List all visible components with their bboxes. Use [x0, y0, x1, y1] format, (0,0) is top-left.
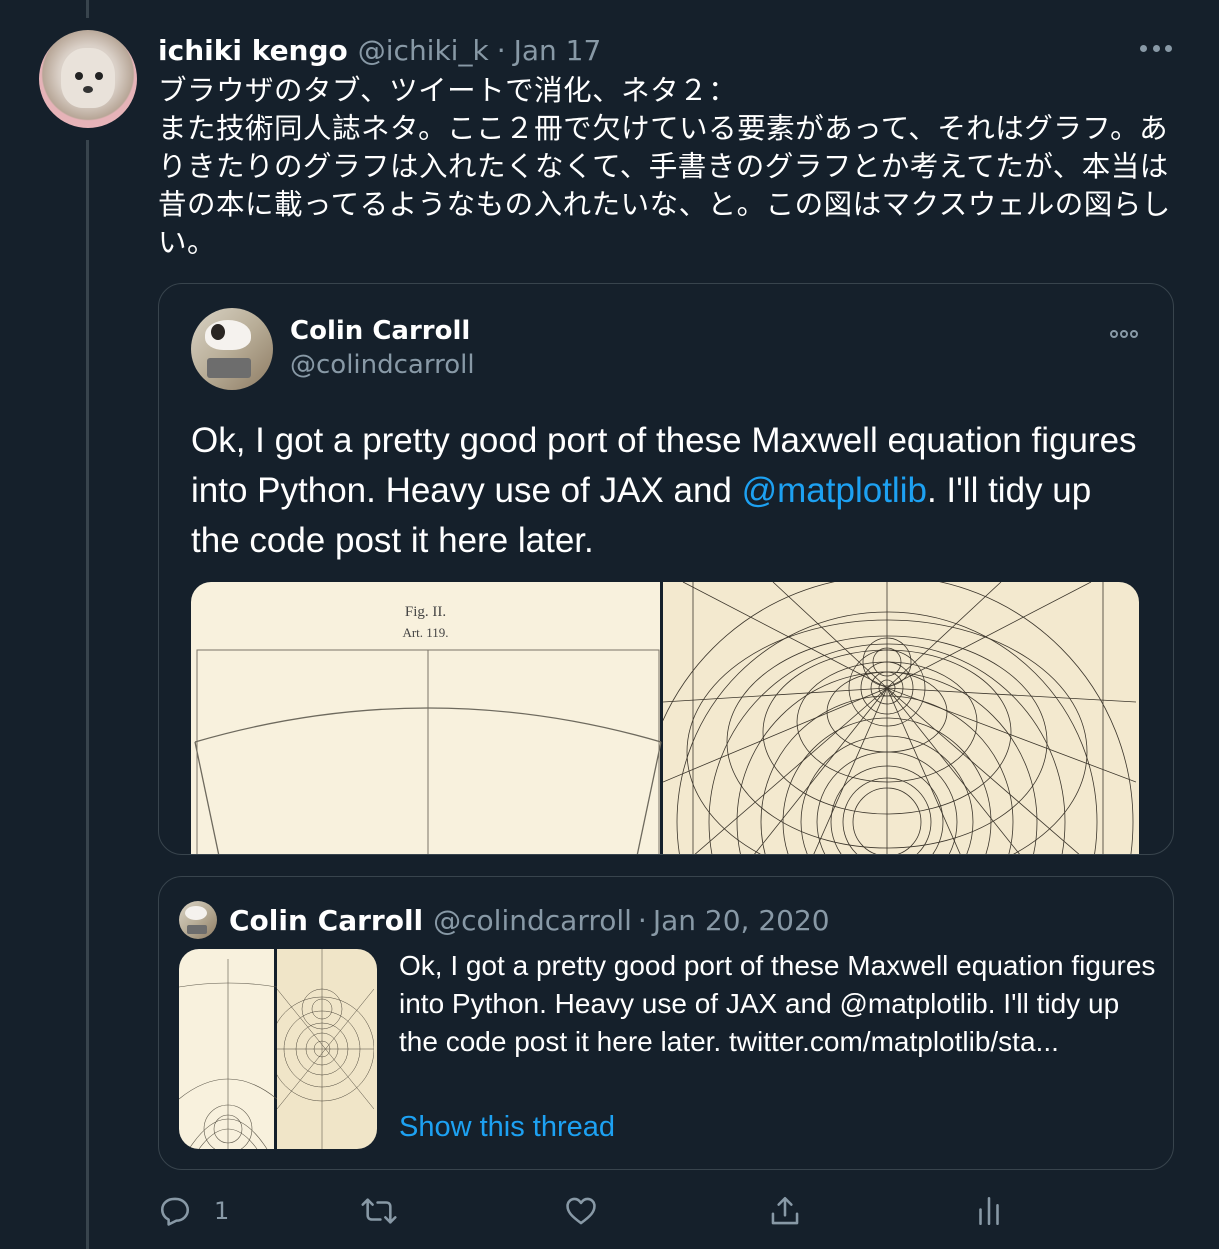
field-lines-drawing — [663, 582, 1136, 854]
figure-caption-article: Art. 119. — [402, 625, 449, 640]
share-icon — [771, 1196, 799, 1225]
thread-line-top — [86, 0, 89, 18]
thumbnail-left-lines — [179, 959, 277, 1149]
quoted-tweet-card[interactable]: Colin Carroll @colindcarroll Ok, I got a… — [158, 283, 1174, 855]
retweet-icon — [361, 1198, 397, 1224]
maxwell-figure-right[interactable] — [663, 582, 1139, 854]
more-options-icon[interactable] — [1140, 36, 1172, 60]
nested-author-handle[interactable]: @colindcarroll — [433, 904, 632, 937]
mention-link[interactable]: @matplotlib — [742, 471, 927, 510]
retweet-button[interactable] — [360, 1186, 398, 1236]
quoted-author-avatar[interactable] — [191, 308, 273, 390]
thread-line — [86, 140, 89, 1249]
reply-icon — [160, 1197, 190, 1226]
nested-quoted-tweet[interactable]: Colin Carroll @colindcarroll · Jan 20, 2… — [158, 876, 1174, 1170]
author-handle[interactable]: @ichiki_k — [358, 34, 489, 67]
header-separator: · — [496, 33, 506, 67]
reply-count: 1 — [214, 1197, 230, 1225]
quoted-author-handle[interactable]: @colindcarroll — [290, 350, 475, 380]
author-avatar[interactable] — [39, 30, 137, 128]
analytics-button[interactable] — [972, 1186, 1006, 1236]
avatar-dog-face — [61, 48, 115, 108]
nested-tweet-date[interactable]: Jan 20, 2020 — [653, 904, 830, 937]
figure-left-lines — [194, 649, 662, 854]
avatar-nose — [83, 86, 93, 93]
thumbnail-right-lines — [277, 949, 374, 1149]
avatar-laptop — [207, 358, 251, 378]
quoted-tweet-text: Ok, I got a pretty good port of these Ma… — [191, 416, 1141, 566]
more-dot — [1120, 330, 1128, 338]
nested-media-thumbnail[interactable] — [179, 949, 377, 1149]
avatar-eye — [95, 72, 103, 80]
quoted-author-name[interactable]: Colin Carroll — [290, 316, 470, 346]
quoted-media[interactable]: Fig. II. Art. 119. — [191, 582, 1139, 854]
avatar-eye — [75, 72, 83, 80]
nested-author-avatar[interactable] — [179, 901, 217, 939]
reply-button[interactable]: 1 — [158, 1186, 229, 1236]
more-dot — [1165, 44, 1172, 52]
thumbnail-figure-left — [179, 949, 277, 1149]
nested-header-separator: · — [637, 903, 647, 937]
thumbnail-figure-right — [277, 949, 377, 1149]
author-name[interactable]: ichiki kengo — [158, 34, 348, 67]
tweet-text: ブラウザのタブ、ツイートで消化、ネタ２： また技術同人誌ネタ。ここ２冊で欠けてい… — [158, 74, 1171, 259]
share-button[interactable] — [768, 1186, 802, 1236]
avatar-laptop — [187, 925, 207, 934]
more-dot — [1152, 44, 1160, 52]
like-icon — [566, 1197, 596, 1225]
nested-tweet-text: Ok, I got a pretty good port of these Ma… — [399, 950, 1156, 1057]
quoted-more-icon[interactable] — [1110, 328, 1138, 340]
analytics-icon — [979, 1196, 999, 1226]
more-dot — [1110, 330, 1118, 338]
figure-caption: Fig. II. — [404, 604, 447, 620]
avatar-dog — [185, 906, 207, 920]
nested-author-name[interactable]: Colin Carroll — [229, 904, 423, 937]
nested-tweet-header: Colin Carroll @colindcarroll · Jan 20, 2… — [229, 899, 830, 941]
show-thread-link[interactable]: Show this thread — [399, 1111, 615, 1144]
maxwell-figure-left[interactable]: Fig. II. Art. 119. — [191, 582, 663, 854]
like-button[interactable] — [564, 1186, 598, 1236]
tweet-date[interactable]: Jan 17 — [514, 34, 602, 67]
more-dot — [1140, 44, 1147, 52]
avatar-dog-patch — [211, 324, 225, 340]
tweet-header: ichiki kengo @ichiki_k · Jan 17 — [158, 30, 601, 70]
more-dot — [1130, 330, 1138, 338]
tweet-actions: 1 — [158, 1186, 1008, 1236]
